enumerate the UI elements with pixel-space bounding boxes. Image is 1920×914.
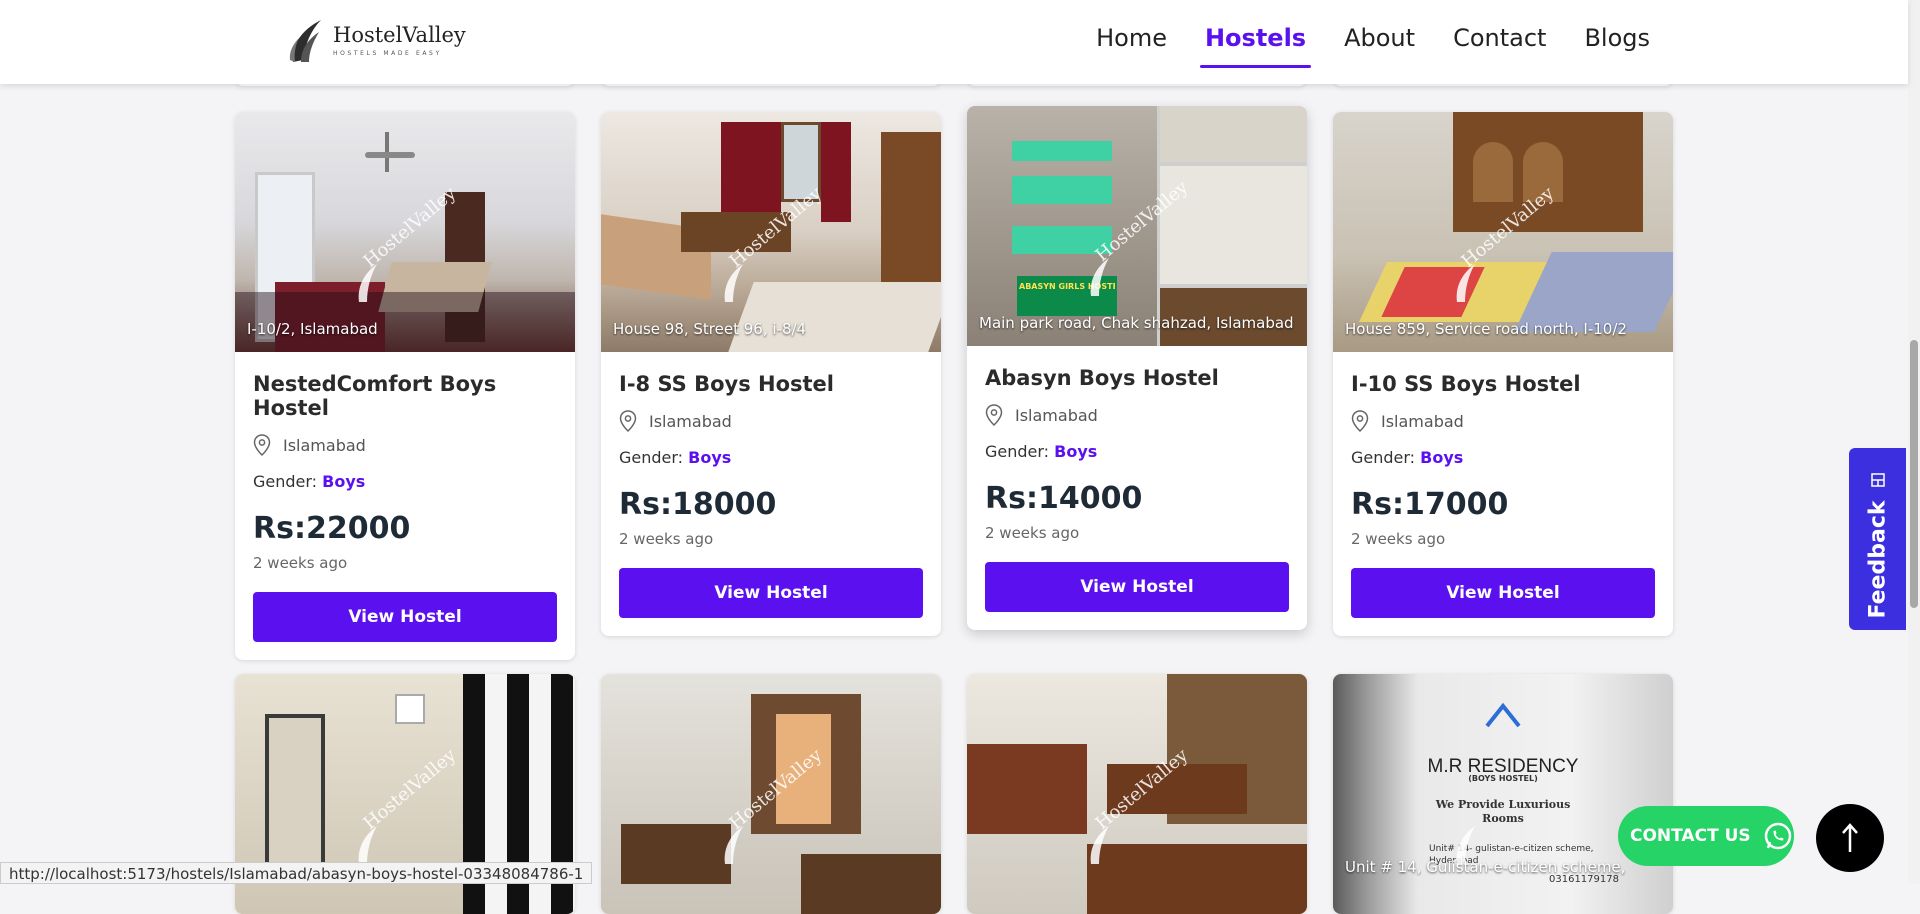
brand-logo[interactable]: HostelValley HOSTELS MADE EASY (287, 16, 466, 66)
gender-label: Gender: (253, 472, 318, 491)
nav-blogs[interactable]: Blogs (1584, 24, 1650, 58)
poster-subtitle: (BOYS HOSTEL) (1468, 774, 1538, 783)
nav-contact[interactable]: Contact (1453, 24, 1546, 58)
posted-time: 2 weeks ago (1351, 530, 1446, 548)
gender-label: Gender: (985, 442, 1050, 461)
residency-logo-icon (1485, 702, 1521, 728)
gender-row: Gender: Boys (1351, 448, 1655, 467)
watermark-leaf-icon (358, 826, 377, 864)
feedback-label: Feedback (1865, 500, 1890, 618)
main-nav: Home Hostels About Contact Blogs (1096, 24, 1650, 68)
view-hostel-button[interactable]: View Hostel (253, 592, 557, 642)
browser-status-url: http://localhost:5173/hostels/Islamabad/… (0, 862, 593, 884)
posted-time: 2 weeks ago (253, 554, 348, 572)
hostel-address: House 859, Service road north, I-10/2 (1345, 320, 1627, 338)
hostel-card[interactable]: ABASYN GIRLS HOSTEL HostelValley Main pa… (967, 106, 1307, 630)
hostel-photo[interactable]: HostelValley (601, 674, 941, 914)
hostel-card[interactable]: HostelValley House 859, Service road nor… (1333, 112, 1673, 636)
page-scrollbar[interactable] (1908, 0, 1920, 884)
leaf-logo-icon (289, 20, 321, 62)
hostel-city: Islamabad (1351, 410, 1655, 432)
whatsapp-icon (1764, 822, 1791, 850)
hostel-photo[interactable]: HostelValley I-10/2, Islamabad (235, 112, 575, 352)
city-label: Islamabad (649, 411, 732, 431)
watermark: HostelValley (359, 744, 461, 835)
watermark-leaf-icon (358, 264, 377, 302)
watermark-leaf-icon (1456, 264, 1475, 302)
brand-tagline: HOSTELS MADE EASY (333, 50, 442, 57)
nav-about[interactable]: About (1344, 24, 1415, 58)
watermark-leaf-icon (1090, 258, 1109, 296)
hostel-photo[interactable]: M.R RESIDENCY (BOYS HOSTEL) We Provide L… (1333, 674, 1673, 914)
location-pin-icon (1351, 410, 1369, 432)
gender-value: Boys (688, 448, 732, 467)
city-label: Islamabad (1381, 411, 1464, 431)
gender-value: Boys (1054, 442, 1098, 461)
view-hostel-button[interactable]: View Hostel (985, 562, 1289, 612)
navbar: HostelValley HOSTELS MADE EASY Home Host… (0, 0, 1908, 84)
gender-row: Gender: Boys (985, 442, 1289, 461)
city-label: Islamabad (283, 435, 366, 455)
nav-home[interactable]: Home (1096, 24, 1167, 58)
hostel-price: Rs:14000 (985, 481, 1143, 516)
hostel-address: I-10/2, Islamabad (247, 320, 378, 338)
location-pin-icon (619, 410, 637, 432)
posted-time: 2 weeks ago (619, 530, 714, 548)
hostel-price: Rs:17000 (1351, 487, 1509, 522)
hostel-photo[interactable]: HostelValley (967, 674, 1307, 914)
hostel-photo[interactable]: HostelValley House 98, Street 96, i-8/4 (601, 112, 941, 352)
hostel-price: Rs:22000 (253, 511, 411, 546)
hostel-card[interactable]: M.R RESIDENCY (BOYS HOSTEL) We Provide L… (1333, 674, 1673, 914)
view-hostel-button[interactable]: View Hostel (1351, 568, 1655, 618)
watermark-leaf-icon (724, 826, 743, 864)
feedback-icon (1870, 473, 1885, 487)
feedback-tab[interactable]: Feedback (1849, 448, 1906, 630)
hostel-address: House 98, Street 96, i-8/4 (613, 320, 807, 338)
gender-label: Gender: (619, 448, 684, 467)
hostel-card[interactable]: HostelValley (601, 674, 941, 914)
gender-label: Gender: (1351, 448, 1416, 467)
city-label: Islamabad (1015, 405, 1098, 425)
hostel-city: Islamabad (619, 410, 923, 432)
gender-row: Gender: Boys (619, 448, 923, 467)
arrow-up-icon (1842, 823, 1858, 852)
hostel-card[interactable]: HostelValley (967, 674, 1307, 914)
poster-line: We Provide Luxurious (1435, 798, 1571, 811)
hostel-title[interactable]: Abasyn Boys Hostel (985, 366, 1289, 390)
hostel-price: Rs:18000 (619, 487, 777, 522)
hostel-photo[interactable]: HostelValley House 859, Service road nor… (1333, 112, 1673, 352)
hostel-title[interactable]: I-10 SS Boys Hostel (1351, 372, 1655, 396)
brand-name: HostelValley (333, 23, 466, 47)
hostel-city: Islamabad (985, 404, 1289, 426)
hostel-city: Islamabad (253, 434, 557, 456)
hostel-card[interactable]: HostelValley I-10/2, Islamabad NestedCom… (235, 112, 575, 660)
watermark-leaf-icon (1090, 826, 1109, 864)
view-hostel-button[interactable]: View Hostel (619, 568, 923, 618)
gender-value: Boys (322, 472, 366, 491)
hostel-card[interactable]: HostelValley House 98, Street 96, i-8/4 … (601, 112, 941, 636)
scroll-to-top-button[interactable] (1816, 804, 1884, 872)
watermark-leaf-icon (724, 264, 743, 302)
location-pin-icon (253, 434, 271, 456)
contact-us-label: CONTACT US (1630, 826, 1751, 846)
hostel-title[interactable]: NestedComfort Boys Hostel (253, 372, 557, 420)
gender-value: Boys (1420, 448, 1464, 467)
hostel-photo[interactable]: ABASYN GIRLS HOSTEL HostelValley Main pa… (967, 106, 1307, 346)
hostel-title[interactable]: I-8 SS Boys Hostel (619, 372, 923, 396)
hostel-address: Unit # 14, Gulistan-e-citizen scheme, (1345, 858, 1626, 876)
location-pin-icon (985, 404, 1003, 426)
scrollbar-thumb[interactable] (1910, 340, 1918, 608)
nav-hostels[interactable]: Hostels (1199, 24, 1312, 68)
hostel-address: Main park road, Chak shahzad, Islamabad (979, 314, 1294, 332)
contact-us-button[interactable]: CONTACT US (1618, 806, 1794, 866)
gender-row: Gender: Boys (253, 472, 557, 491)
posted-time: 2 weeks ago (985, 524, 1080, 542)
